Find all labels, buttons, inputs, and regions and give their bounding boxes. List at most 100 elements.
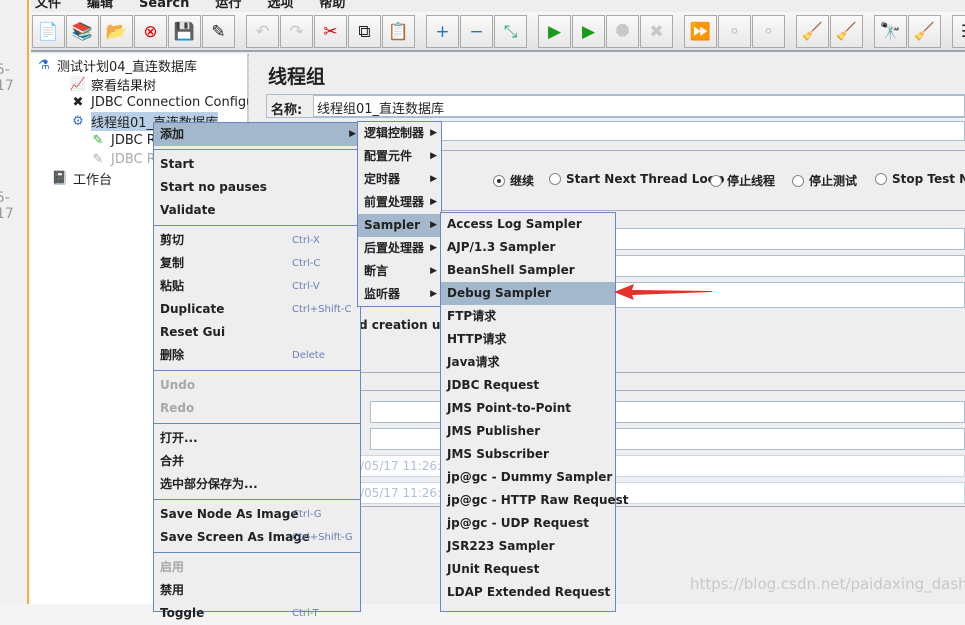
context-menu-item-item[interactable]: 禁用 — [154, 579, 360, 602]
radio-start-next-loop[interactable]: Start Next Thread Loop — [549, 172, 725, 186]
context-menu-item-item[interactable]: 打开... — [154, 427, 360, 450]
page-title: 线程组 — [268, 66, 326, 88]
save-as-icon[interactable]: ✎ — [202, 15, 235, 48]
redo-icon[interactable]: ↷ — [280, 15, 313, 48]
sampler-item-java[interactable]: Java请求 — [441, 351, 615, 374]
remote-start-icon[interactable]: ⏩ — [684, 15, 717, 48]
sampler-item-jms-publisher[interactable]: JMS Publisher — [441, 420, 615, 443]
submenu-item-2[interactable]: 配置元件 ▶ — [358, 145, 441, 168]
sampler-item-jp-gc-udp-request[interactable]: jp@gc - UDP Request — [441, 512, 615, 535]
shutdown-icon[interactable]: ✖ — [640, 15, 673, 48]
submenu-item-4[interactable]: 前置处理器 ▶ — [358, 191, 441, 214]
dropper-icon: ✎ — [92, 151, 104, 167]
context-menu-item-item[interactable]: 合并 — [154, 450, 360, 473]
sampler-item-jp-gc-dummy-sampler[interactable]: jp@gc - Dummy Sampler — [441, 466, 615, 489]
menu-options[interactable]: 选项 — [267, 0, 293, 11]
context-menu-item-item[interactable]: 粘贴 Ctrl-V — [154, 275, 360, 298]
context-menu-item-item[interactable]: 剪切 Ctrl-X — [154, 229, 360, 252]
background-window: 5-17 5-17 — [0, 0, 29, 604]
remote-stop-icon[interactable]: ⚬ — [718, 15, 751, 48]
sampler-item-http[interactable]: HTTP请求 — [441, 328, 615, 351]
submenu-item-1[interactable]: 逻辑控制器 ▶ — [358, 122, 441, 145]
name-label: 名称: — [271, 103, 303, 118]
collapse-icon[interactable]: − — [460, 15, 493, 48]
shortcut-label: Ctrl-T — [292, 608, 319, 619]
sampler-item-debug-sampler[interactable]: Debug Sampler — [441, 282, 615, 305]
radio-continue[interactable]: 继续 — [493, 172, 534, 189]
context-menu-item-redo[interactable]: Redo — [154, 397, 360, 420]
sampler-item-beanshell-sampler[interactable]: BeanShell Sampler — [441, 259, 615, 282]
sampler-item-jms-subscriber[interactable]: JMS Subscriber — [441, 443, 615, 466]
radio-stop-test[interactable]: 停止测试 — [792, 172, 857, 189]
expand-icon[interactable]: + — [426, 15, 459, 48]
context-menu-item-toggle[interactable]: Toggle Ctrl-T — [154, 602, 360, 625]
context-menu-item-save-screen-as-image[interactable]: Save Screen As Image Ctrl+Shift-G — [154, 526, 360, 549]
stop-icon[interactable]: ⯃ — [606, 15, 639, 48]
submenu-item-6[interactable]: 后置处理器 ▶ — [358, 237, 441, 260]
comments-input[interactable] — [360, 121, 965, 141]
open-icon[interactable]: 📂 — [100, 15, 133, 48]
new-icon[interactable]: 📄 — [32, 15, 65, 48]
menu-file[interactable]: 文件 — [35, 0, 61, 11]
dropper-icon: ✎ — [92, 132, 104, 148]
tree-node-test-plan[interactable]: ⚗ 测试计划04_直连数据库 — [35, 56, 197, 75]
sampler-item-ftp[interactable]: FTP请求 — [441, 305, 615, 328]
tree-node-jdbc-config[interactable]: ✖ JDBC Connection Configura — [69, 93, 268, 111]
sampler-item-junit-request[interactable]: JUnit Request — [441, 558, 615, 581]
function-helper-icon[interactable]: ☰ — [952, 15, 965, 48]
cut-icon[interactable]: ✂ — [314, 15, 347, 48]
sampler-item-ldap-extended-request[interactable]: LDAP Extended Request — [441, 581, 615, 604]
menu-search[interactable]: Search — [139, 0, 189, 11]
paste-icon[interactable]: 📋 — [382, 15, 415, 48]
sampler-item-jp-gc-http-raw-request[interactable]: jp@gc - HTTP Raw Request — [441, 489, 629, 512]
context-menu-item-item[interactable]: 添加 ▶ — [154, 123, 360, 146]
clear-all-icon[interactable]: 🧹 — [830, 15, 863, 48]
context-menu-item-save-node-as-image[interactable]: Save Node As Image Ctrl-G — [154, 503, 360, 526]
copy-icon[interactable]: ⧉ — [348, 15, 381, 48]
shortcut-label: Ctrl-G — [292, 509, 322, 520]
context-menu-item-duplicate[interactable]: Duplicate Ctrl+Shift-C — [154, 298, 360, 321]
undo-icon[interactable]: ↶ — [246, 15, 279, 48]
tree-node-results-tree[interactable]: 📈 察看结果树 — [69, 75, 156, 94]
close-icon[interactable]: ⊗ — [134, 15, 167, 48]
toggle-icon[interactable]: ⤡ — [494, 15, 527, 48]
tree-node-jdbc-request[interactable]: ✎ JDBC R — [89, 131, 156, 149]
menu-help[interactable]: 帮助 — [319, 0, 345, 11]
name-input[interactable]: 线程组01_直连数据库 — [313, 95, 965, 117]
context-menu-item-item[interactable]: 复制 Ctrl-C — [154, 252, 360, 275]
submenu-item-8[interactable]: 监听器 ▶ — [358, 283, 441, 306]
context-menu-item-item[interactable]: 选中部分保存为... — [154, 473, 360, 496]
templates-icon[interactable]: 📚 — [66, 15, 99, 48]
radio-stop-test-now[interactable]: Stop Test Now — [875, 172, 965, 186]
sampler-item-ajp-1-3-sampler[interactable]: AJP/1.3 Sampler — [441, 236, 615, 259]
chevron-right-icon: ▶ — [430, 266, 437, 276]
start-no-pauses-icon[interactable]: ▶ — [572, 15, 605, 48]
context-menu-item-undo[interactable]: Undo — [154, 374, 360, 397]
context-menu-item-item[interactable]: 删除 Delete — [154, 344, 360, 367]
context-menu-item-start-no-pauses[interactable]: Start no pauses — [154, 176, 360, 199]
context-menu-item-validate[interactable]: Validate — [154, 199, 360, 222]
menu-edit[interactable]: 编辑 — [87, 0, 113, 11]
sampler-item-jsr223-sampler[interactable]: JSR223 Sampler — [441, 535, 615, 558]
reset-search-icon[interactable]: 🧹 — [908, 15, 941, 48]
menu-run[interactable]: 运行 — [215, 0, 241, 11]
sampler-item-access-log-sampler[interactable]: Access Log Sampler — [441, 213, 615, 236]
context-menu-item-reset-gui[interactable]: Reset Gui — [154, 321, 360, 344]
context-menu-item-item[interactable]: 启用 — [154, 556, 360, 579]
menu-separator — [154, 149, 360, 150]
sampler-item-jms-point-to-point[interactable]: JMS Point-to-Point — [441, 397, 615, 420]
submenu-item-5[interactable]: Sampler ▶ — [358, 214, 441, 237]
remote-shutdown-icon[interactable]: ⚬ — [752, 15, 785, 48]
save-icon[interactable]: 💾 — [168, 15, 201, 48]
sampler-item-jdbc-request[interactable]: JDBC Request — [441, 374, 615, 397]
search-icon[interactable]: 🔭 — [874, 15, 907, 48]
shortcut-label: Ctrl-X — [292, 235, 320, 246]
clear-icon[interactable]: 🧹 — [796, 15, 829, 48]
context-menu-item-start[interactable]: Start — [154, 153, 360, 176]
tree-node-workbench[interactable]: 📓 工作台 — [51, 169, 112, 188]
radio-stop-thread[interactable]: 停止线程 — [710, 172, 775, 189]
start-icon[interactable]: ▶ — [538, 15, 571, 48]
tree-node-jdbc-request-disabled[interactable]: ✎ JDBC R — [89, 150, 156, 168]
submenu-item-3[interactable]: 定时器 ▶ — [358, 168, 441, 191]
submenu-item-7[interactable]: 断言 ▶ — [358, 260, 441, 283]
